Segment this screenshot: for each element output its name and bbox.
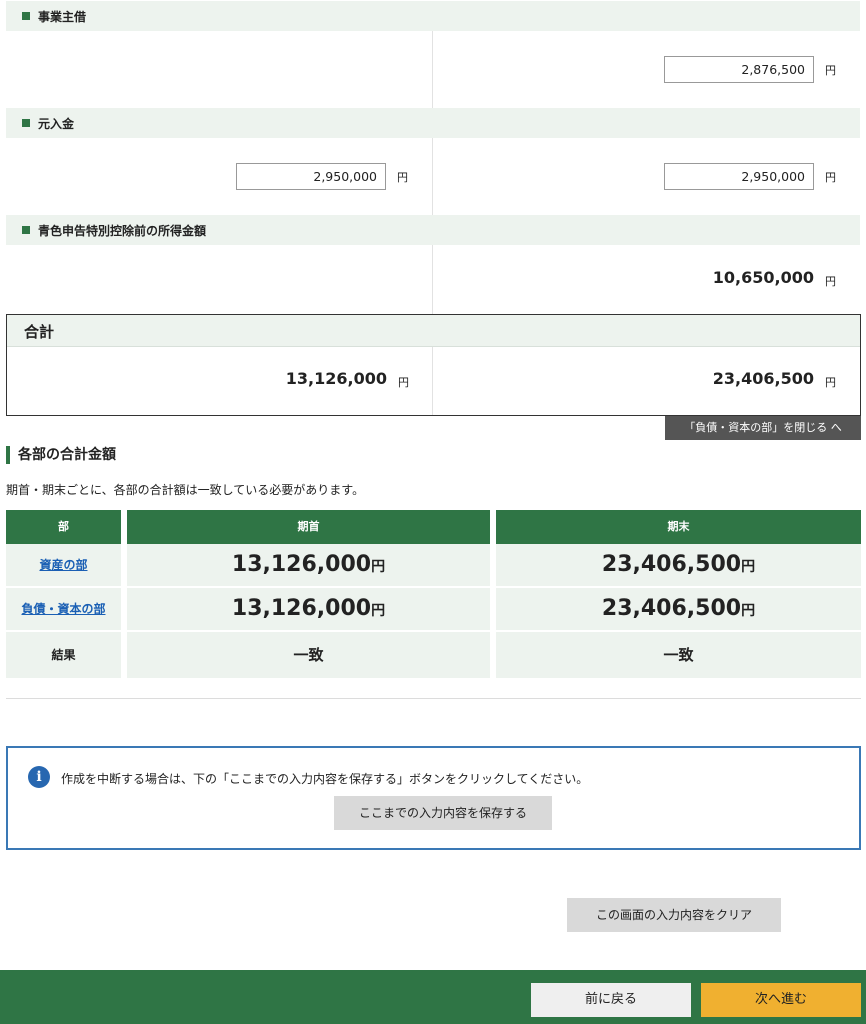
back-button[interactable]: 前に戻る: [531, 983, 691, 1017]
yen-unit: 円: [398, 376, 409, 389]
header-start: 期首: [127, 510, 490, 544]
summary-note: 期首・期末ごとに、各部の合計額は一致している必要があります。: [6, 483, 365, 497]
table-cell-end: 23,406,500円: [496, 588, 861, 630]
result-end: 一致: [496, 632, 861, 678]
section-title: 事業主借: [38, 10, 87, 24]
section-header-motoire-kin: 元入金: [6, 108, 860, 138]
close-liabilities-section-button[interactable]: 「負債・資本の部」を閉じる へ: [665, 416, 861, 440]
info-icon: i: [28, 766, 50, 788]
header-section: 部: [6, 510, 121, 544]
divider: [6, 698, 861, 699]
bullet-square-icon: [22, 226, 30, 234]
table-cell-start: 13,126,000円: [127, 544, 490, 586]
result-label: 結果: [6, 632, 121, 678]
table-cell-start: 13,126,000円: [127, 588, 490, 630]
save-progress-button[interactable]: ここまでの入力内容を保存する: [334, 796, 552, 830]
section-header-jigyo-nushikari: 事業主借: [6, 1, 860, 31]
total-start-amount: 13,126,000: [285, 369, 387, 388]
section-title: 青色申告特別控除前の所得金額: [38, 224, 207, 238]
bullet-square-icon: [22, 12, 30, 20]
summary-title: 各部の合計金額: [6, 446, 116, 464]
total-title: 合計: [24, 323, 55, 341]
motoire-kin-start-input[interactable]: 2,950,000: [236, 163, 386, 190]
liabilities-end-total: 23,406,500円: [601, 596, 756, 621]
shotoku-end-amount: 10,650,000: [712, 268, 814, 287]
row-shotoku: 10,650,000 円: [6, 245, 860, 314]
table-row-label: 資産の部: [6, 544, 121, 586]
row-motoire-kin: 2,950,000 円 2,950,000 円: [6, 138, 860, 215]
header-end: 期末: [496, 510, 861, 544]
total-end-amount: 23,406,500: [712, 369, 814, 388]
row-jigyo-nushikari: 2,876,500 円: [6, 31, 860, 108]
result-start: 一致: [127, 632, 490, 678]
save-info-box: i 作成を中断する場合は、下の「ここまでの入力内容を保存する」ボタンをクリックし…: [6, 746, 861, 850]
total-header: 合計: [7, 315, 860, 347]
section-title: 元入金: [38, 117, 75, 131]
total-box: 合計 13,126,000 円 23,406,500 円: [6, 314, 861, 416]
yen-unit: 円: [825, 64, 836, 77]
liabilities-capital-section-link[interactable]: 負債・資本の部: [21, 602, 105, 616]
assets-section-link[interactable]: 資産の部: [39, 558, 87, 572]
table-row-label: 負債・資本の部: [6, 588, 121, 630]
yen-unit: 円: [397, 171, 408, 184]
liabilities-start-total: 13,126,000円: [231, 596, 386, 621]
yen-unit: 円: [825, 275, 836, 288]
bullet-square-icon: [22, 119, 30, 127]
section-header-shotoku: 青色申告特別控除前の所得金額: [6, 215, 860, 245]
clear-inputs-button[interactable]: この画面の入力内容をクリア: [567, 898, 781, 932]
footer-bar: 前に戻る 次へ進む: [0, 970, 866, 1024]
yen-unit: 円: [825, 171, 836, 184]
yen-unit: 円: [825, 376, 836, 389]
table-cell-end: 23,406,500円: [496, 544, 861, 586]
assets-end-total: 23,406,500円: [601, 552, 756, 577]
jigyo-nushikari-end-input[interactable]: 2,876,500: [664, 56, 814, 83]
motoire-kin-end-input[interactable]: 2,950,000: [664, 163, 814, 190]
assets-start-total: 13,126,000円: [231, 552, 386, 577]
next-button[interactable]: 次へ進む: [701, 983, 861, 1017]
info-text: 作成を中断する場合は、下の「ここまでの入力内容を保存する」ボタンをクリックしてく…: [61, 772, 589, 786]
